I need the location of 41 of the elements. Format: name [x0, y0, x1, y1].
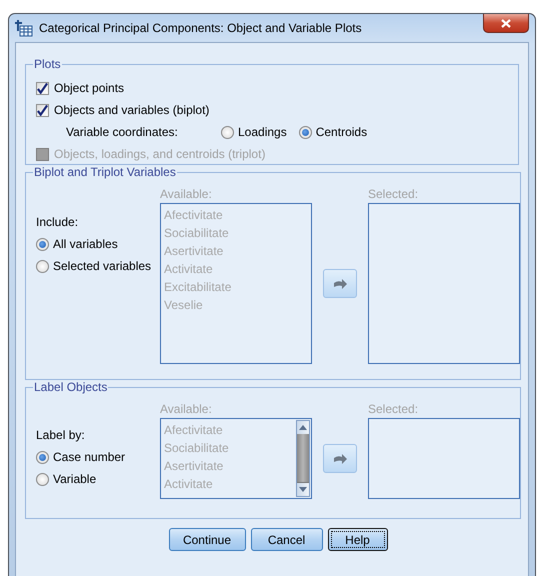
group-title: Label Objects	[33, 380, 108, 394]
checkbox[interactable]	[36, 104, 49, 116]
down-arrow-icon	[299, 487, 307, 492]
list-box[interactable]	[368, 203, 520, 364]
radio-button[interactable]	[36, 472, 49, 486]
list-label: Available:	[160, 187, 213, 203]
option-label: Variable coordinates:	[66, 125, 179, 139]
arrow-icon	[332, 278, 348, 290]
up-arrow-icon	[299, 425, 307, 430]
checkbox-label: Objects and variables (biplot)	[54, 103, 210, 117]
list-label: Available:	[160, 402, 213, 418]
radio-button[interactable]	[36, 238, 49, 250]
close-icon	[501, 18, 511, 28]
radio-button[interactable]	[298, 126, 312, 138]
radio-label: Variable	[53, 472, 96, 486]
prompt-label: Include:	[36, 214, 80, 231]
scrollbar[interactable]	[296, 420, 310, 497]
close-button[interactable]	[483, 14, 529, 33]
table-icon	[15, 19, 33, 37]
list-box[interactable]	[368, 418, 520, 499]
cancel-button[interactable]: Cancel	[250, 528, 322, 551]
prompt-label: Label by:	[36, 427, 86, 444]
radio-label: Case number	[53, 450, 126, 464]
arrow-icon	[332, 452, 348, 464]
checkbox-label: Objects, loadings, and centroids (triplot)	[54, 147, 266, 161]
continue-button[interactable]: Continue	[168, 528, 246, 551]
checkbox[interactable]	[36, 82, 49, 94]
radio-button[interactable]	[221, 126, 234, 138]
list-label: Selected:	[368, 402, 420, 418]
help-button[interactable]: Help	[328, 528, 388, 551]
checkbox-label: Object points	[54, 81, 124, 95]
radio-button[interactable]	[36, 450, 49, 464]
radio-button[interactable]	[36, 260, 49, 272]
radio-label: Selected variables	[53, 259, 152, 273]
radio-label: All variables	[53, 237, 118, 251]
radio-label: Centroids	[316, 125, 368, 139]
list-label: Selected:	[368, 187, 420, 203]
radio-label: Loadings	[238, 125, 287, 139]
group-title: Biplot and Triplot Variables	[33, 165, 177, 179]
window-title: Categorical Principal Components: Object and Variable Plots	[39, 21, 362, 35]
group-title: Plots	[33, 57, 62, 71]
